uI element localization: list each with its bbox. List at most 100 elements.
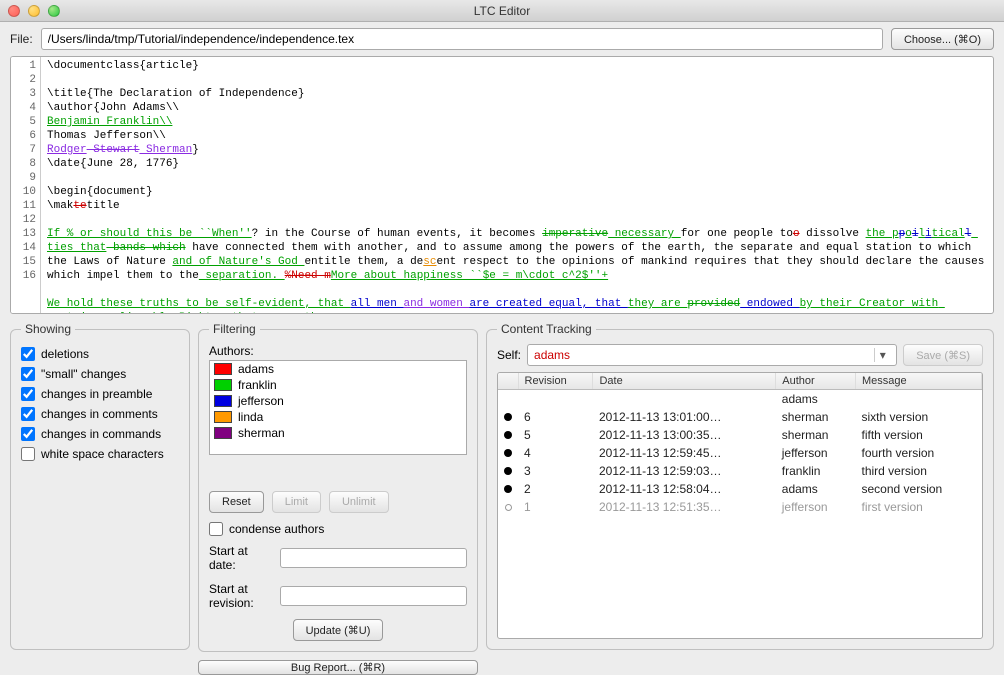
author-row[interactable]: adams — [210, 361, 466, 377]
cell-message: third version — [856, 462, 982, 480]
cell-rev: 6 — [518, 408, 593, 426]
titlebar: LTC Editor — [0, 0, 1004, 22]
cell-message — [856, 390, 982, 409]
showing-item: changes in commands — [21, 424, 179, 444]
filtering-group: Filtering Authors: adamsfranklinjefferso… — [198, 322, 478, 652]
cell-rev: 2 — [518, 480, 593, 498]
cell-message: fifth version — [856, 426, 982, 444]
unlimit-button[interactable]: Unlimit — [329, 491, 389, 513]
tracking-legend: Content Tracking — [497, 322, 596, 336]
showing-label: deletions — [41, 347, 89, 361]
cell-message: fourth version — [856, 444, 982, 462]
cell-author: jefferson — [776, 444, 856, 462]
cell-rev: 3 — [518, 462, 593, 480]
revision-dot-cell — [498, 462, 518, 480]
cell-date: 2012-11-13 13:00:35… — [593, 426, 776, 444]
start-rev-input[interactable] — [280, 586, 467, 606]
showing-item: changes in preamble — [21, 384, 179, 404]
cell-author: sherman — [776, 426, 856, 444]
self-value: adams — [534, 348, 570, 362]
reset-button[interactable]: Reset — [209, 491, 264, 513]
cell-rev: 5 — [518, 426, 593, 444]
author-name: sherman — [238, 426, 285, 440]
column-header[interactable]: Revision — [518, 373, 593, 390]
self-combobox[interactable]: adams ▾ — [527, 344, 897, 366]
editor: 1 2 3 4 5 6 7 8 9 10 11 12 13 14 15 16 \… — [10, 56, 994, 314]
table-row[interactable]: adams — [498, 390, 982, 409]
bug-report-button[interactable]: Bug Report... (⌘R) — [198, 660, 478, 675]
color-swatch — [214, 411, 232, 423]
file-toolbar: File: Choose... (⌘O) — [0, 22, 1004, 56]
revision-dot-cell — [498, 498, 518, 516]
table-row[interactable]: 62012-11-13 13:01:00…shermansixth versio… — [498, 408, 982, 426]
cell-rev — [518, 390, 593, 409]
cell-rev: 1 — [518, 498, 593, 516]
authors-label: Authors: — [209, 344, 467, 358]
revision-dot-cell — [498, 390, 518, 409]
showing-label: changes in comments — [41, 407, 158, 421]
showing-checkbox[interactable] — [21, 427, 35, 441]
limit-button[interactable]: Limit — [272, 491, 321, 513]
save-button[interactable]: Save (⌘S) — [903, 344, 983, 366]
showing-label: changes in preamble — [41, 387, 152, 401]
revision-dot-cell — [498, 426, 518, 444]
condense-authors-checkbox[interactable] — [209, 522, 223, 536]
cell-message: first version — [856, 498, 982, 516]
cell-date — [593, 390, 776, 409]
column-header[interactable]: Message — [856, 373, 982, 390]
author-row[interactable]: franklin — [210, 377, 466, 393]
color-swatch — [214, 379, 232, 391]
cell-author: adams — [776, 480, 856, 498]
code-area[interactable]: \documentclass{article} \title{The Decla… — [41, 57, 993, 313]
author-row[interactable]: linda — [210, 409, 466, 425]
start-rev-label: Start at revision: — [209, 582, 274, 610]
showing-item: white space characters — [21, 444, 179, 464]
author-name: franklin — [238, 378, 277, 392]
showing-checkbox[interactable] — [21, 407, 35, 421]
column-header[interactable] — [498, 373, 518, 390]
table-row[interactable]: 32012-11-13 12:59:03…franklinthird versi… — [498, 462, 982, 480]
choose-button[interactable]: Choose... (⌘O) — [891, 28, 994, 50]
showing-checkbox[interactable] — [21, 347, 35, 361]
showing-group: Showing deletions"small" changeschanges … — [10, 322, 190, 650]
window-title: LTC Editor — [0, 4, 1004, 18]
showing-checkbox[interactable] — [21, 367, 35, 381]
showing-label: white space characters — [41, 447, 164, 461]
content-tracking-group: Content Tracking Self: adams ▾ Save (⌘S)… — [486, 322, 994, 650]
table-row[interactable]: 42012-11-13 12:59:45…jeffersonfourth ver… — [498, 444, 982, 462]
showing-label: "small" changes — [41, 367, 126, 381]
column-header[interactable]: Date — [593, 373, 776, 390]
line-gutter: 1 2 3 4 5 6 7 8 9 10 11 12 13 14 15 16 — [11, 57, 41, 313]
showing-checkbox[interactable] — [21, 387, 35, 401]
cell-author: adams — [776, 390, 856, 409]
author-name: jefferson — [238, 394, 284, 408]
table-row[interactable]: 22012-11-13 12:58:04…adamssecond version — [498, 480, 982, 498]
cell-author: franklin — [776, 462, 856, 480]
showing-checkbox[interactable] — [21, 447, 35, 461]
author-row[interactable]: jefferson — [210, 393, 466, 409]
color-swatch — [214, 427, 232, 439]
chevron-down-icon: ▾ — [874, 348, 890, 362]
column-header[interactable]: Author — [776, 373, 856, 390]
table-row[interactable]: 12012-11-13 12:51:35…jeffersonfirst vers… — [498, 498, 982, 516]
file-path-input[interactable] — [41, 28, 883, 50]
authors-list[interactable]: adams franklin jefferson linda sherman — [209, 360, 467, 455]
start-date-input[interactable] — [280, 548, 467, 568]
file-label: File: — [10, 32, 33, 46]
update-button[interactable]: Update (⌘U) — [293, 619, 384, 641]
revision-dot-cell — [498, 480, 518, 498]
author-name: linda — [238, 410, 263, 424]
showing-item: "small" changes — [21, 364, 179, 384]
cell-rev: 4 — [518, 444, 593, 462]
table-row[interactable]: 52012-11-13 13:00:35…shermanfifth versio… — [498, 426, 982, 444]
cell-date: 2012-11-13 13:01:00… — [593, 408, 776, 426]
author-row[interactable]: sherman — [210, 425, 466, 441]
revision-table[interactable]: RevisionDateAuthorMessage adams62012-11-… — [497, 372, 983, 639]
start-date-label: Start at date: — [209, 544, 274, 572]
self-label: Self: — [497, 348, 521, 362]
cell-date: 2012-11-13 12:58:04… — [593, 480, 776, 498]
cell-author: sherman — [776, 408, 856, 426]
showing-label: changes in commands — [41, 427, 161, 441]
revision-dot-cell — [498, 408, 518, 426]
author-name: adams — [238, 362, 274, 376]
